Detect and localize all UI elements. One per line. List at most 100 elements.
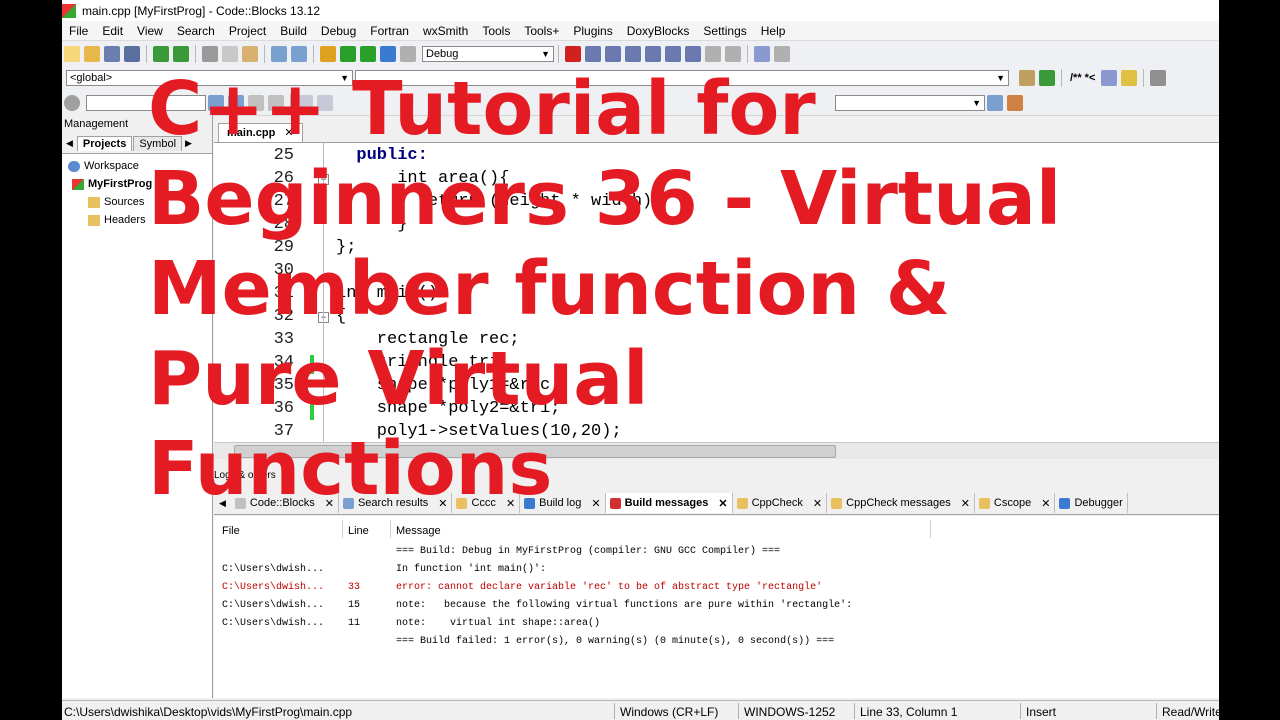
debug-windows-icon[interactable] bbox=[754, 45, 770, 62]
close-icon[interactable]: ✕ bbox=[325, 497, 334, 510]
log-row[interactable]: C:\Users\dwish... 15 note: because the fol… bbox=[214, 600, 1219, 618]
close-icon[interactable]: ✕ bbox=[813, 497, 822, 510]
open-folder-icon[interactable] bbox=[84, 45, 100, 62]
column-divider[interactable] bbox=[390, 520, 391, 538]
stop-icon[interactable] bbox=[725, 45, 741, 62]
menu-fortran[interactable]: Fortran bbox=[363, 24, 416, 38]
menu-view[interactable]: View bbox=[130, 24, 170, 38]
abort-icon[interactable] bbox=[400, 45, 416, 62]
column-header-file[interactable]: File bbox=[222, 525, 240, 537]
tab-projects[interactable]: Projects bbox=[76, 135, 133, 151]
menu-file[interactable]: File bbox=[62, 24, 95, 38]
rebuild-icon[interactable] bbox=[380, 45, 396, 62]
close-icon[interactable]: ✕ bbox=[506, 497, 515, 510]
tree-workspace[interactable]: Workspace bbox=[68, 157, 212, 175]
copy-icon[interactable] bbox=[222, 45, 238, 62]
doxy-docs-icon[interactable] bbox=[1101, 70, 1118, 86]
match-case-icon[interactable] bbox=[248, 94, 264, 111]
scrollbar-thumb[interactable] bbox=[234, 445, 836, 458]
column-divider[interactable] bbox=[342, 520, 343, 538]
zoom-icon[interactable] bbox=[317, 94, 333, 111]
tab-codeblocks-log[interactable]: Code::Blocks ✕ bbox=[231, 493, 339, 513]
log-row[interactable]: C:\Users\dwish... In function 'int main()… bbox=[214, 564, 1219, 582]
step-into-instruction-icon[interactable] bbox=[685, 45, 701, 62]
log-row-error[interactable]: C:\Users\dwish... 33 error: cannot declare… bbox=[214, 582, 1219, 600]
tree-sources-folder[interactable]: Sources bbox=[68, 193, 212, 211]
tab-scroll-left-icon[interactable]: ◀ bbox=[66, 138, 73, 149]
build-target-select[interactable]: Debug ▼ bbox=[422, 45, 554, 62]
close-icon[interactable]: ✕ bbox=[961, 497, 970, 510]
debug-info-icon[interactable] bbox=[774, 45, 790, 62]
menu-project[interactable]: Project bbox=[222, 24, 273, 38]
tab-debugger[interactable]: Debugger bbox=[1055, 493, 1128, 513]
step-into-icon[interactable] bbox=[625, 45, 641, 62]
tab-cppcheck[interactable]: CppCheck ✕ bbox=[733, 493, 828, 513]
tab-cccc[interactable]: Cccc ✕ bbox=[452, 493, 521, 513]
menu-debug[interactable]: Debug bbox=[314, 24, 363, 38]
log-row[interactable]: === Build failed: 1 error(s), 0 warning(… bbox=[214, 636, 1219, 654]
tab-search-results[interactable]: Search results ✕ bbox=[339, 493, 453, 513]
clear-search-icon[interactable] bbox=[64, 94, 80, 111]
search-go-icon[interactable] bbox=[987, 94, 1003, 111]
menu-edit[interactable]: Edit bbox=[95, 24, 130, 38]
close-icon[interactable]: ✕ bbox=[718, 497, 727, 510]
tree-project[interactable]: MyFirstProg bbox=[68, 175, 212, 193]
menu-tools-plus[interactable]: Tools+ bbox=[517, 24, 566, 38]
search-scope-select[interactable]: ▼ bbox=[835, 94, 985, 111]
column-header-line[interactable]: Line bbox=[348, 525, 369, 537]
menu-settings[interactable]: Settings bbox=[696, 24, 753, 38]
function-select[interactable]: ▼ bbox=[355, 70, 1009, 86]
menu-search[interactable]: Search bbox=[170, 24, 222, 38]
close-icon[interactable]: ✕ bbox=[284, 127, 293, 139]
next-instruction-icon[interactable] bbox=[665, 45, 681, 62]
build-gear-icon[interactable] bbox=[320, 45, 336, 62]
code-editor[interactable]: 25 public: 26− int area(){ 27 return (he… bbox=[214, 143, 1219, 442]
column-header-message[interactable]: Message bbox=[396, 525, 441, 537]
search-input[interactable] bbox=[86, 94, 206, 111]
find-previous-icon[interactable] bbox=[228, 94, 244, 111]
debug-start-icon[interactable] bbox=[565, 45, 581, 62]
find-icon[interactable] bbox=[271, 45, 287, 62]
menu-tools[interactable]: Tools bbox=[475, 24, 517, 38]
build-and-run-icon[interactable] bbox=[360, 45, 376, 62]
doxy-help-icon[interactable] bbox=[1121, 70, 1138, 86]
save-all-icon[interactable] bbox=[124, 45, 140, 62]
menu-wxsmith[interactable]: wxSmith bbox=[416, 24, 475, 38]
pause-icon[interactable] bbox=[705, 45, 721, 62]
menu-help[interactable]: Help bbox=[754, 24, 793, 38]
menu-plugins[interactable]: Plugins bbox=[566, 24, 619, 38]
tab-main-cpp[interactable]: main.cpp ✕ bbox=[218, 123, 303, 142]
save-icon[interactable] bbox=[104, 45, 120, 62]
regex-icon[interactable] bbox=[268, 94, 284, 111]
replace-icon[interactable] bbox=[291, 45, 307, 62]
tab-build-messages[interactable]: Build messages ✕ bbox=[605, 493, 733, 513]
menu-doxyblocks[interactable]: DoxyBlocks bbox=[620, 24, 697, 38]
run-icon[interactable] bbox=[340, 45, 356, 62]
select-icon[interactable] bbox=[297, 94, 313, 111]
log-row[interactable]: C:\Users\dwish... 11 note: virtual int sha… bbox=[214, 618, 1219, 636]
step-out-icon[interactable] bbox=[645, 45, 661, 62]
doxy-wizard-icon[interactable] bbox=[1019, 70, 1035, 86]
search-options-icon[interactable] bbox=[1007, 94, 1023, 111]
menu-build[interactable]: Build bbox=[273, 24, 314, 38]
run-to-cursor-icon[interactable] bbox=[585, 45, 601, 62]
close-icon[interactable]: ✕ bbox=[1041, 497, 1050, 510]
new-file-icon[interactable] bbox=[64, 45, 80, 62]
paste-icon[interactable] bbox=[242, 45, 258, 62]
scope-select[interactable]: <global> ▼ bbox=[66, 70, 353, 86]
tree-headers-folder[interactable]: Headers bbox=[68, 211, 212, 229]
tab-scroll-right-icon[interactable]: ▶ bbox=[185, 138, 192, 149]
undo-icon[interactable] bbox=[153, 45, 169, 62]
doxy-extract-icon[interactable] bbox=[1039, 70, 1055, 86]
tab-scroll-left-icon[interactable]: ◀ bbox=[219, 498, 226, 509]
column-divider[interactable] bbox=[930, 520, 931, 538]
redo-icon[interactable] bbox=[173, 45, 189, 62]
doxy-block-comment-button[interactable]: /** *< bbox=[1070, 72, 1095, 84]
tab-cscope[interactable]: Cscope ✕ bbox=[975, 493, 1056, 513]
tab-symbols[interactable]: Symbol bbox=[133, 135, 183, 151]
tab-build-log[interactable]: Build log ✕ bbox=[520, 493, 606, 513]
close-icon[interactable]: ✕ bbox=[591, 497, 600, 510]
tab-cppcheck-messages[interactable]: CppCheck messages ✕ bbox=[827, 493, 975, 513]
next-line-icon[interactable] bbox=[605, 45, 621, 62]
close-icon[interactable]: ✕ bbox=[438, 497, 447, 510]
